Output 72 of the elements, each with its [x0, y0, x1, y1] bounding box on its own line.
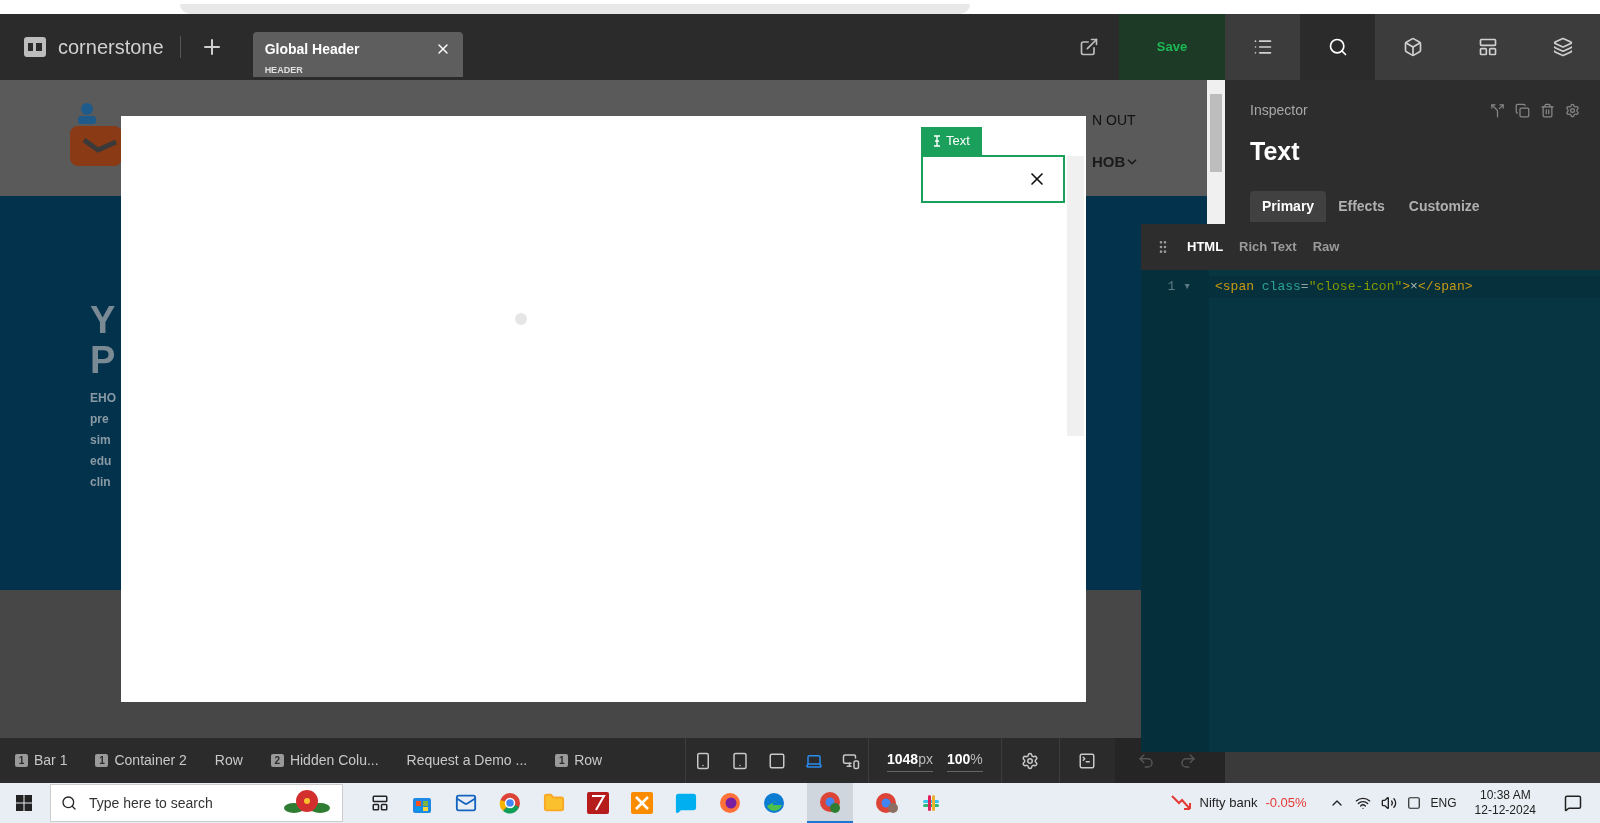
square-icon[interactable] — [768, 751, 786, 770]
settings-icon[interactable] — [1021, 751, 1040, 770]
terminal-icon[interactable] — [1078, 751, 1097, 770]
save-button[interactable]: Save — [1119, 14, 1225, 80]
stock-name: Nifty bank — [1199, 794, 1258, 813]
text-cursor-icon — [933, 135, 942, 147]
stock-chart-icon — [1169, 793, 1192, 813]
hero-text: clin — [90, 474, 112, 491]
stock-change: -0.05% — [1265, 794, 1307, 813]
trash-icon[interactable] — [1540, 103, 1555, 118]
count-badge: 1 — [555, 754, 569, 767]
inspector-tab[interactable]: Effects — [1326, 190, 1397, 222]
desktop-icon[interactable] — [842, 751, 860, 770]
chat-workspace-icon[interactable] — [921, 793, 941, 813]
document-tab[interactable]: Global Header HEADER — [252, 32, 463, 77]
browser-icon[interactable] — [499, 792, 521, 814]
clock-date[interactable]: 12-12-2024 — [1474, 803, 1536, 818]
undo-icon[interactable] — [1136, 751, 1155, 770]
windows-icon[interactable] — [16, 795, 32, 811]
editor-tab[interactable]: HTML — [1187, 237, 1224, 257]
zoom-field[interactable]: 100% — [946, 749, 983, 772]
hero-text: sim — [90, 432, 112, 449]
split-icon[interactable] — [1490, 103, 1505, 118]
clock-time[interactable]: 10:38 AM — [1479, 788, 1531, 803]
volume-icon[interactable] — [1380, 795, 1397, 811]
mail-icon[interactable] — [455, 792, 477, 814]
active-app-icon[interactable] — [807, 783, 853, 823]
logo-icon — [24, 37, 46, 57]
inspector-tab[interactable]: Customize — [1396, 190, 1492, 222]
chat-app-icon[interactable] — [675, 792, 697, 814]
notifications-icon[interactable] — [1564, 794, 1582, 812]
breadcrumb[interactable]: 1 Container 2 — [95, 750, 215, 771]
breadcrumb[interactable]: 2 Hidden Colu... — [270, 750, 407, 771]
selected-text-element[interactable] — [921, 155, 1065, 203]
count-badge: 1 — [95, 754, 109, 767]
brand-name: cornerstone — [58, 35, 164, 60]
tablet-icon[interactable] — [731, 751, 749, 770]
wifi-icon[interactable] — [1354, 795, 1371, 811]
breadcrumb[interactable]: 1 Bar 1 — [15, 750, 96, 771]
browser-profile-icon[interactable] — [875, 792, 899, 814]
hero-text: pre — [90, 411, 110, 428]
line-number: 1 ▾ — [1166, 278, 1192, 297]
breadcrumb[interactable]: Request a Demo ... — [406, 750, 556, 771]
hero-heading: Y — [90, 300, 116, 340]
layers-icon[interactable] — [1525, 14, 1600, 80]
tab-subtitle: HEADER — [264, 64, 304, 77]
settings-icon[interactable] — [1565, 103, 1580, 118]
tab-title: Global Header — [264, 40, 360, 59]
element-label: Text — [921, 127, 982, 155]
count-badge: 1 — [15, 754, 28, 767]
count-badge: 2 — [270, 754, 284, 767]
taskbar-search-field[interactable]: Type here to search — [50, 784, 343, 822]
task-view-icon[interactable] — [371, 794, 389, 812]
editor-tab[interactable]: Rich Text — [1239, 237, 1297, 257]
inspector-heading: Inspector — [1250, 101, 1308, 120]
hero-heading: P — [90, 340, 116, 380]
logo-icon — [70, 102, 122, 166]
inspector-tab[interactable]: Primary — [1250, 190, 1327, 222]
language-indicator[interactable]: ENG — [1430, 794, 1457, 812]
phone-icon[interactable] — [694, 751, 712, 770]
breadcrumb[interactable]: 1 Row — [555, 750, 631, 771]
width-field[interactable]: 1048px — [887, 749, 933, 772]
cube-icon[interactable] — [1375, 14, 1450, 80]
breadcrumb[interactable]: Row — [214, 750, 271, 771]
hero-text: EHO — [90, 390, 116, 407]
copy-icon[interactable] — [1515, 103, 1530, 118]
search-icon — [61, 795, 77, 811]
redo-icon[interactable] — [1178, 751, 1197, 770]
editor-tab[interactable]: Raw — [1312, 237, 1340, 257]
inspector-title: Text — [1250, 136, 1301, 167]
external-link-icon[interactable] — [1079, 37, 1099, 57]
hero-text: edu — [90, 453, 113, 470]
